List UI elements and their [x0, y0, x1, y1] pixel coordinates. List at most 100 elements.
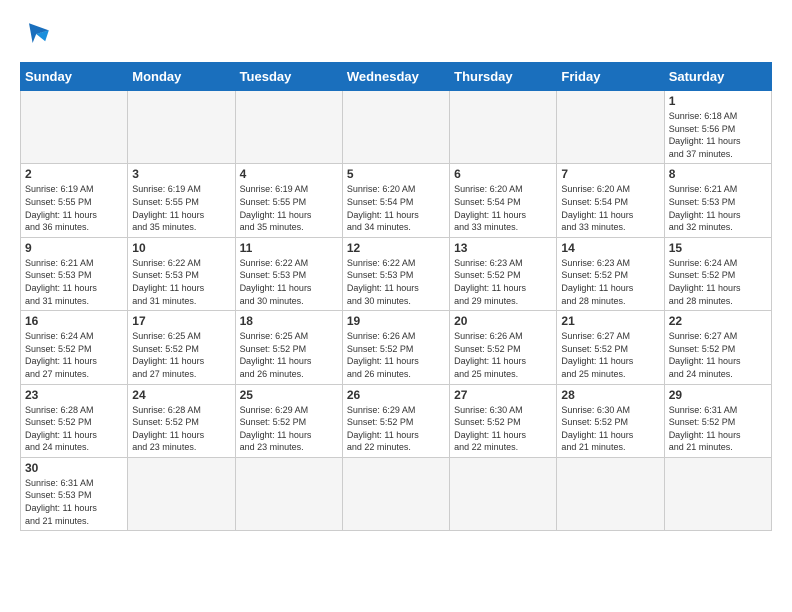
day-number: 19 [347, 314, 445, 328]
calendar-cell: 12 Sunrise: 6:22 AMSunset: 5:53 PMDayligh… [342, 237, 449, 310]
calendar-cell: 21Sunrise: 6:27 AMSunset: 5:52 PMDayligh… [557, 311, 664, 384]
day-number: 1 [669, 94, 767, 108]
day-info: Sunrise: 6:31 AMSunset: 5:52 PMDaylight:… [669, 404, 767, 454]
calendar-cell: 2Sunrise: 6:19 AMSunset: 5:55 PMDaylight… [21, 164, 128, 237]
calendar-cell [21, 91, 128, 164]
day-info: Sunrise: 6:24 AMSunset: 5:52 PMDaylight:… [25, 330, 123, 380]
calendar-cell: 20 Sunrise: 6:26 AMSunset: 5:52 PMDayligh… [450, 311, 557, 384]
day-number: 12 [347, 241, 445, 255]
day-number: 17 [132, 314, 230, 328]
weekday-header-tuesday: Tuesday [235, 63, 342, 91]
calendar-cell: 14 Sunrise: 6:23 AMSunset: 5:52 PMDayligh… [557, 237, 664, 310]
calendar-cell [664, 457, 771, 530]
calendar-cell: 19 Sunrise: 6:26 AMSunset: 5:52 PMDayligh… [342, 311, 449, 384]
calendar-row-5: 30 Sunrise: 6:31 AMSunset: 5:53 PMDayligh… [21, 457, 772, 530]
calendar-cell: 29Sunrise: 6:31 AMSunset: 5:52 PMDayligh… [664, 384, 771, 457]
calendar-cell: 3 Sunrise: 6:19 AMSunset: 5:55 PMDaylight… [128, 164, 235, 237]
day-info: Sunrise: 6:20 AMSunset: 5:54 PMDaylight:… [561, 183, 659, 233]
day-info: Sunrise: 6:21 AMSunset: 5:53 PMDaylight:… [669, 183, 767, 233]
calendar-row-0: 1Sunrise: 6:18 AMSunset: 5:56 PMDaylight… [21, 91, 772, 164]
day-number: 3 [132, 167, 230, 181]
day-number: 15 [669, 241, 767, 255]
day-number: 5 [347, 167, 445, 181]
day-info: Sunrise: 6:30 AMSunset: 5:52 PMDaylight:… [454, 404, 552, 454]
day-number: 14 [561, 241, 659, 255]
day-number: 4 [240, 167, 338, 181]
day-info: Sunrise: 6:25 AMSunset: 5:52 PMDaylight:… [132, 330, 230, 380]
weekday-header-wednesday: Wednesday [342, 63, 449, 91]
day-info: Sunrise: 6:27 AMSunset: 5:52 PMDaylight:… [669, 330, 767, 380]
day-info: Sunrise: 6:22 AMSunset: 5:53 PMDaylight:… [347, 257, 445, 307]
calendar-cell: 4Sunrise: 6:19 AMSunset: 5:55 PMDaylight… [235, 164, 342, 237]
day-info: Sunrise: 6:27 AMSunset: 5:52 PMDaylight:… [561, 330, 659, 380]
calendar-cell: 5Sunrise: 6:20 AMSunset: 5:54 PMDaylight… [342, 164, 449, 237]
calendar-cell: 26 Sunrise: 6:29 AMSunset: 5:52 PMDayligh… [342, 384, 449, 457]
day-info: Sunrise: 6:21 AMSunset: 5:53 PMDaylight:… [25, 257, 123, 307]
day-number: 11 [240, 241, 338, 255]
calendar-cell [557, 91, 664, 164]
day-info: Sunrise: 6:26 AMSunset: 5:52 PMDaylight:… [347, 330, 445, 380]
day-info: Sunrise: 6:26 AMSunset: 5:52 PMDaylight:… [454, 330, 552, 380]
calendar-cell [450, 457, 557, 530]
day-number: 18 [240, 314, 338, 328]
calendar-row-4: 23 Sunrise: 6:28 AMSunset: 5:52 PMDayligh… [21, 384, 772, 457]
day-info: Sunrise: 6:30 AMSunset: 5:52 PMDaylight:… [561, 404, 659, 454]
calendar-cell: 17 Sunrise: 6:25 AMSunset: 5:52 PMDayligh… [128, 311, 235, 384]
calendar-cell: 16 Sunrise: 6:24 AMSunset: 5:52 PMDayligh… [21, 311, 128, 384]
day-info: Sunrise: 6:24 AMSunset: 5:52 PMDaylight:… [669, 257, 767, 307]
calendar-cell: 18 Sunrise: 6:25 AMSunset: 5:52 PMDayligh… [235, 311, 342, 384]
day-number: 9 [25, 241, 123, 255]
calendar-cell: 30 Sunrise: 6:31 AMSunset: 5:53 PMDayligh… [21, 457, 128, 530]
day-info: Sunrise: 6:29 AMSunset: 5:52 PMDaylight:… [347, 404, 445, 454]
calendar-cell: 9 Sunrise: 6:21 AMSunset: 5:53 PMDaylight… [21, 237, 128, 310]
day-number: 20 [454, 314, 552, 328]
calendar-cell [235, 457, 342, 530]
calendar-cell: 23 Sunrise: 6:28 AMSunset: 5:52 PMDayligh… [21, 384, 128, 457]
day-number: 7 [561, 167, 659, 181]
weekday-header-monday: Monday [128, 63, 235, 91]
calendar-cell: 7 Sunrise: 6:20 AMSunset: 5:54 PMDaylight… [557, 164, 664, 237]
calendar-cell: 15 Sunrise: 6:24 AMSunset: 5:52 PMDayligh… [664, 237, 771, 310]
day-number: 24 [132, 388, 230, 402]
calendar-cell [128, 457, 235, 530]
day-info: Sunrise: 6:23 AMSunset: 5:52 PMDaylight:… [454, 257, 552, 307]
calendar-cell: 27Sunrise: 6:30 AMSunset: 5:52 PMDayligh… [450, 384, 557, 457]
day-number: 26 [347, 388, 445, 402]
day-number: 25 [240, 388, 338, 402]
day-number: 8 [669, 167, 767, 181]
weekday-header-friday: Friday [557, 63, 664, 91]
day-number: 30 [25, 461, 123, 475]
weekday-header-thursday: Thursday [450, 63, 557, 91]
calendar-cell [128, 91, 235, 164]
logo [20, 16, 62, 52]
day-number: 23 [25, 388, 123, 402]
day-number: 28 [561, 388, 659, 402]
calendar-cell: 22 Sunrise: 6:27 AMSunset: 5:52 PMDayligh… [664, 311, 771, 384]
calendar-cell: 28 Sunrise: 6:30 AMSunset: 5:52 PMDayligh… [557, 384, 664, 457]
calendar-row-3: 16 Sunrise: 6:24 AMSunset: 5:52 PMDayligh… [21, 311, 772, 384]
logo-icon [20, 16, 56, 52]
calendar-page: SundayMondayTuesdayWednesdayThursdayFrid… [0, 0, 792, 551]
day-number: 6 [454, 167, 552, 181]
weekday-header-saturday: Saturday [664, 63, 771, 91]
day-info: Sunrise: 6:20 AMSunset: 5:54 PMDaylight:… [454, 183, 552, 233]
day-info: Sunrise: 6:28 AMSunset: 5:52 PMDaylight:… [25, 404, 123, 454]
calendar-cell [235, 91, 342, 164]
calendar-cell: 8 Sunrise: 6:21 AMSunset: 5:53 PMDaylight… [664, 164, 771, 237]
calendar-cell: 11Sunrise: 6:22 AMSunset: 5:53 PMDayligh… [235, 237, 342, 310]
header [20, 16, 772, 52]
calendar-table: SundayMondayTuesdayWednesdayThursdayFrid… [20, 62, 772, 531]
day-info: Sunrise: 6:23 AMSunset: 5:52 PMDaylight:… [561, 257, 659, 307]
day-number: 22 [669, 314, 767, 328]
calendar-cell [557, 457, 664, 530]
day-info: Sunrise: 6:25 AMSunset: 5:52 PMDaylight:… [240, 330, 338, 380]
calendar-cell [342, 457, 449, 530]
day-number: 2 [25, 167, 123, 181]
calendar-cell: 10 Sunrise: 6:22 AMSunset: 5:53 PMDayligh… [128, 237, 235, 310]
day-number: 10 [132, 241, 230, 255]
day-info: Sunrise: 6:31 AMSunset: 5:53 PMDaylight:… [25, 477, 123, 527]
day-number: 16 [25, 314, 123, 328]
day-info: Sunrise: 6:19 AMSunset: 5:55 PMDaylight:… [132, 183, 230, 233]
day-info: Sunrise: 6:28 AMSunset: 5:52 PMDaylight:… [132, 404, 230, 454]
day-info: Sunrise: 6:22 AMSunset: 5:53 PMDaylight:… [132, 257, 230, 307]
